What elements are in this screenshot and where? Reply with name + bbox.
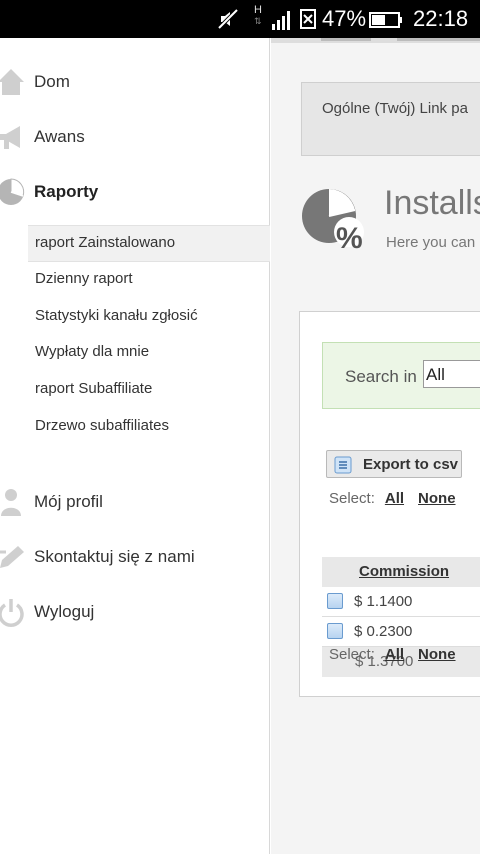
network-type-indicator: H ⇅ (254, 4, 262, 27)
commission-cell: $ 0.2300 (354, 623, 413, 640)
report-panel: Search in All Export to csv Select: All No… (299, 311, 480, 697)
submenu-item-installed-report[interactable]: raport Zainstalowano (28, 225, 270, 262)
megaphone-icon (0, 126, 20, 149)
sidebar-menu: Dom Awans Raporty raport Zainstalowano D… (0, 38, 270, 854)
table-row: $ 0.2300 (322, 617, 480, 647)
nav-item-reports[interactable]: Raporty (0, 172, 270, 212)
search-in-label: Search in (345, 367, 417, 386)
page-subtitle: Here you can (386, 234, 476, 251)
battery-icon (369, 12, 402, 28)
submenu-item-daily-report[interactable]: Dzienny raport (28, 262, 270, 299)
select-none-link[interactable]: None (418, 646, 456, 663)
no-sim-icon (300, 9, 316, 29)
search-scope-select[interactable]: All (423, 360, 480, 388)
nav-item-home[interactable]: Dom (0, 62, 270, 102)
battery-percent: 47% (322, 6, 367, 31)
row-checkbox[interactable] (327, 593, 343, 609)
select-label: Select: (329, 490, 375, 507)
select-row-bottom: Select: All None (329, 646, 456, 663)
submenu-item-payouts[interactable]: Wypłaty dla mnie (28, 335, 270, 372)
nav-label: Wyloguj (34, 602, 95, 621)
select-all-link[interactable]: All (385, 646, 404, 663)
nav-item-profile[interactable]: Mój profil (0, 482, 270, 522)
export-csv-label: Export to csv (363, 456, 459, 473)
status-bar: H ⇅ 47% 22:18 (0, 0, 480, 38)
page-title: Installs (384, 184, 480, 222)
clock: 22:18 (413, 6, 469, 31)
nav-label: Raporty (34, 182, 99, 201)
commission-cell: $ 1.1400 (354, 593, 413, 610)
search-box: Search in All (322, 342, 480, 409)
home-icon (0, 69, 24, 95)
nav-label: Mój profil (34, 492, 103, 511)
top-tabs-strip (271, 38, 480, 43)
export-csv-button[interactable]: Export to csv (326, 450, 462, 478)
select-none-link[interactable]: None (418, 490, 456, 507)
pencil-icon (0, 546, 24, 568)
power-icon (0, 599, 24, 627)
main-content: Ogólne (Twój) Link pa % Installs Here yo… (271, 38, 480, 854)
checkbox-cell (322, 587, 350, 617)
commission-column-header[interactable]: Commission (350, 557, 480, 587)
select-label: Select: (329, 646, 375, 663)
reports-submenu: raport Zainstalowano Dzienny raport Stat… (28, 225, 270, 446)
mute-icon (217, 8, 239, 30)
submenu-item-subaffiliate-report[interactable]: raport Subaffiliate (28, 372, 270, 409)
select-row-top: Select: All None (329, 490, 456, 507)
checkbox-cell (322, 617, 350, 647)
submenu-item-channel-stats[interactable]: Statystyki kanału zgłosić (28, 299, 270, 336)
submenu-item-subaffiliate-tree[interactable]: Drzewo subaffiliates (28, 409, 270, 446)
document-icon (334, 456, 352, 474)
header-checkbox-cell (322, 557, 350, 587)
row-checkbox[interactable] (327, 623, 343, 639)
select-all-link[interactable]: All (385, 490, 404, 507)
nav-item-contact[interactable]: Skontaktuj się z nami (0, 537, 270, 577)
nav-item-logout[interactable]: Wyloguj (0, 592, 270, 632)
svg-text:%: % (336, 222, 363, 252)
nav-label: Awans (34, 127, 85, 146)
signal-icon (272, 11, 290, 30)
nav-item-promotion[interactable]: Awans (0, 117, 270, 157)
pie-percent-icon: % (302, 189, 364, 252)
pie-chart-icon (0, 178, 25, 205)
nav-label: Dom (34, 72, 70, 91)
general-link-box: Ogólne (Twój) Link pa (301, 82, 480, 156)
table-header-row: Commission (322, 557, 480, 587)
user-icon (1, 489, 21, 516)
table-row: $ 1.1400 (322, 587, 480, 617)
nav-label: Skontaktuj się z nami (34, 547, 195, 566)
general-link-text: Ogólne (Twój) Link pa (322, 100, 468, 117)
